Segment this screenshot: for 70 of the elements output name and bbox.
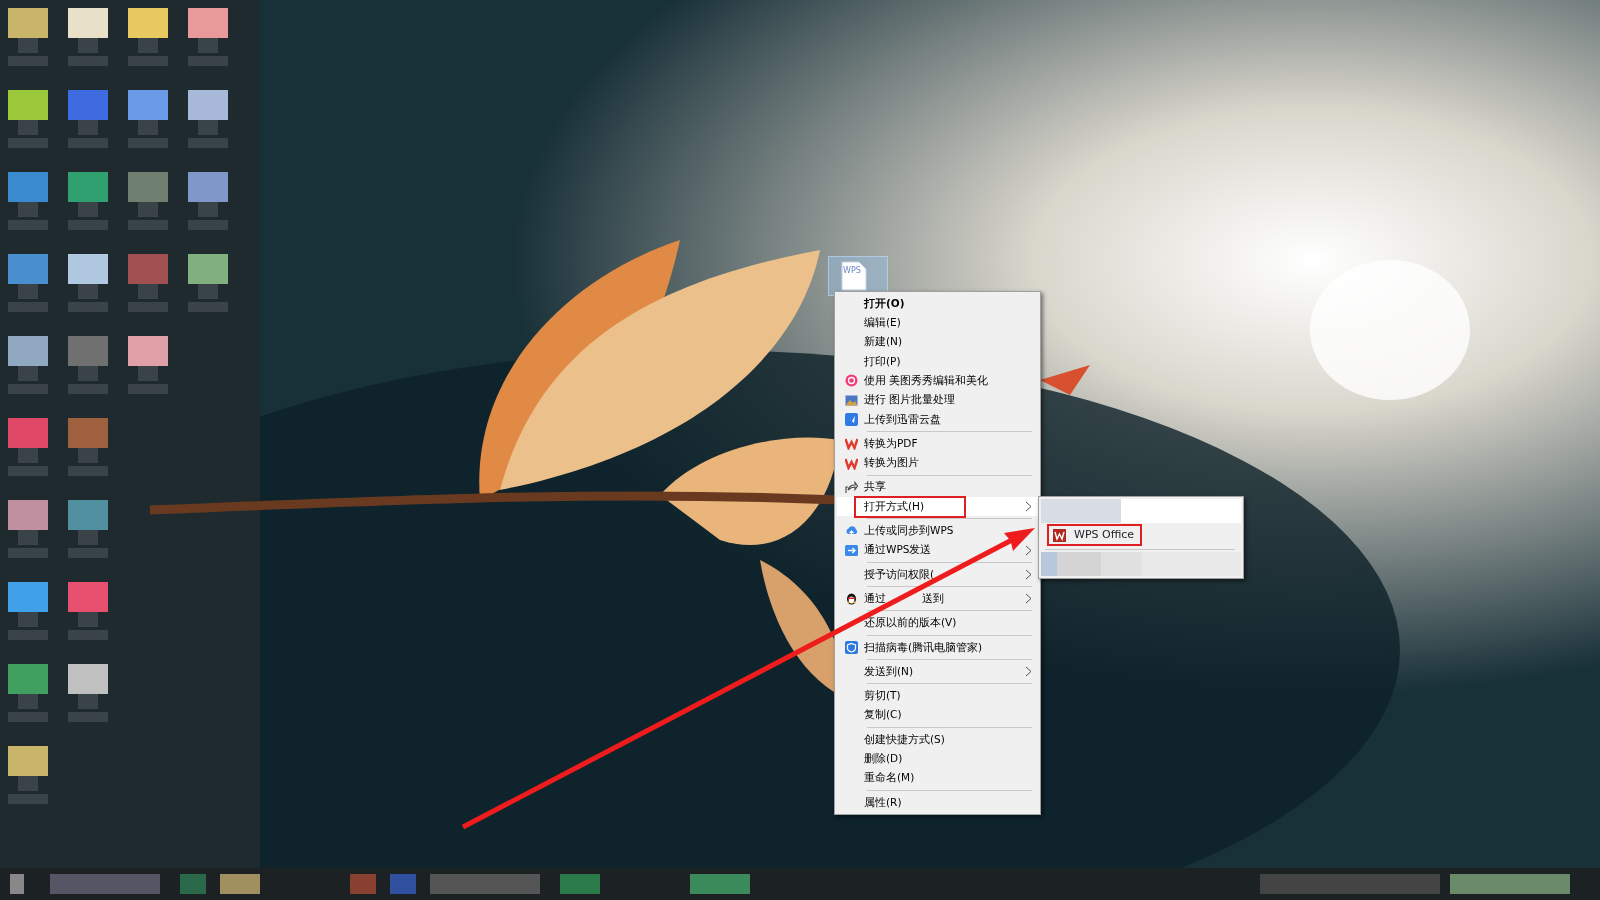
menu-item[interactable]: 使用 美图秀秀编辑和美化	[837, 371, 1038, 391]
menu-item[interactable]: 打印(P)	[837, 351, 1038, 372]
penguin-icon	[845, 592, 858, 606]
menu-item[interactable]: 共享	[837, 477, 1038, 497]
menu-item-label: 复制(C)	[864, 707, 902, 723]
menu-item-label: 剪切(T)	[864, 688, 901, 704]
chevron-right-icon	[1025, 501, 1032, 513]
menu-item-label: 上传到迅雷云盘	[864, 411, 941, 427]
bird-icon	[845, 412, 858, 426]
menu-item-label: 转换为图片	[864, 455, 919, 471]
chevron-right-icon	[1025, 593, 1032, 605]
menu-item[interactable]: 打开(O)	[837, 294, 1038, 314]
menu-item-label: 上传或同步到WPS	[864, 523, 954, 539]
menu-item[interactable]: 转换为图片	[837, 453, 1038, 473]
menu-item-label: 打开(O)	[864, 295, 905, 311]
menu-item[interactable]: 扫描病毒(腾讯电脑管家)	[837, 637, 1038, 658]
menu-item[interactable]: 发送到(N)	[837, 662, 1038, 682]
menu-item-label: 重命名(M)	[864, 770, 915, 786]
menu-item-label: 进行 图片批量处理	[864, 392, 956, 408]
w-logo-icon	[845, 437, 858, 451]
menu-item-label: 通过	[864, 590, 886, 606]
menu-item[interactable]: 打开方式(H)	[837, 496, 1038, 517]
menu-item[interactable]: 创建快捷方式(S)	[837, 729, 1038, 750]
blurred-menu-item[interactable]	[1041, 552, 1241, 576]
menu-item-label: 属性(R)	[864, 794, 902, 810]
w-logo-icon	[845, 456, 858, 470]
shield-icon	[845, 640, 858, 654]
menu-item-label: 创建快捷方式(S)	[864, 731, 945, 747]
menu-item-label: 新建(N)	[864, 334, 903, 350]
picture-icon	[845, 393, 858, 407]
cloud-upload-icon	[845, 524, 858, 538]
menu-item[interactable]: 复制(C)	[837, 705, 1038, 725]
menu-item-label: 发送到(N)	[864, 663, 914, 679]
menu-item-label: 扫描病毒(腾讯电脑管家)	[864, 639, 983, 655]
menu-item-label: 转换为PDF	[864, 435, 918, 451]
menu-item[interactable]: 重命名(M)	[837, 768, 1038, 788]
menu-item-label: 编辑(E)	[864, 315, 901, 331]
menu-item-label: 还原以前的版本(V)	[864, 615, 957, 631]
menu-item[interactable]: WPS Office	[1041, 523, 1241, 547]
menu-item[interactable]: 上传到迅雷云盘	[837, 409, 1038, 430]
w-logo-icon	[1053, 528, 1066, 542]
menu-item-label: 通过WPS发送	[864, 542, 932, 558]
menu-item-label: 使用 美图秀秀编辑和美化	[864, 372, 989, 388]
share-icon	[845, 480, 858, 494]
chevron-right-icon	[1025, 666, 1032, 678]
menu-item[interactable]: 属性(R)	[837, 792, 1038, 813]
menu-item-label: 打开方式(H)	[854, 495, 967, 518]
menu-item[interactable]: 上传或同步到WPS	[837, 521, 1038, 541]
menu-item-label: 删除(D)	[864, 751, 903, 766]
menu-item-label: 送到	[922, 590, 944, 606]
menu-item[interactable]: 授予访问权限(	[837, 564, 1038, 585]
menu-item-label: WPS Office	[1074, 526, 1135, 543]
arrow-box-icon	[845, 543, 858, 557]
menu-item[interactable]: 通过WPS发送	[837, 540, 1038, 560]
menu-item[interactable]: 删除(D)	[837, 749, 1038, 769]
menu-item[interactable]: 新建(N)	[837, 332, 1038, 352]
menu-item[interactable]: 剪切(T)	[837, 686, 1038, 706]
menu-item[interactable]: 转换为PDF	[837, 434, 1038, 454]
chevron-right-icon	[1025, 544, 1032, 556]
file-icon	[841, 261, 867, 291]
menu-item-label: 打印(P)	[864, 353, 901, 369]
menu-item[interactable]: 进行 图片批量处理	[837, 390, 1038, 410]
file-type-label: WPS	[843, 265, 861, 277]
chevron-right-icon	[1025, 569, 1032, 580]
menu-item-label: 授予访问权限(	[864, 566, 935, 582]
blurred-menu-item[interactable]	[1041, 499, 1241, 523]
menu-item[interactable]: 编辑(E)	[837, 313, 1038, 333]
menu-item-label: 共享	[864, 479, 886, 495]
menu-item[interactable]: 还原以前的版本(V)	[837, 613, 1038, 633]
ring-icon	[845, 374, 858, 388]
